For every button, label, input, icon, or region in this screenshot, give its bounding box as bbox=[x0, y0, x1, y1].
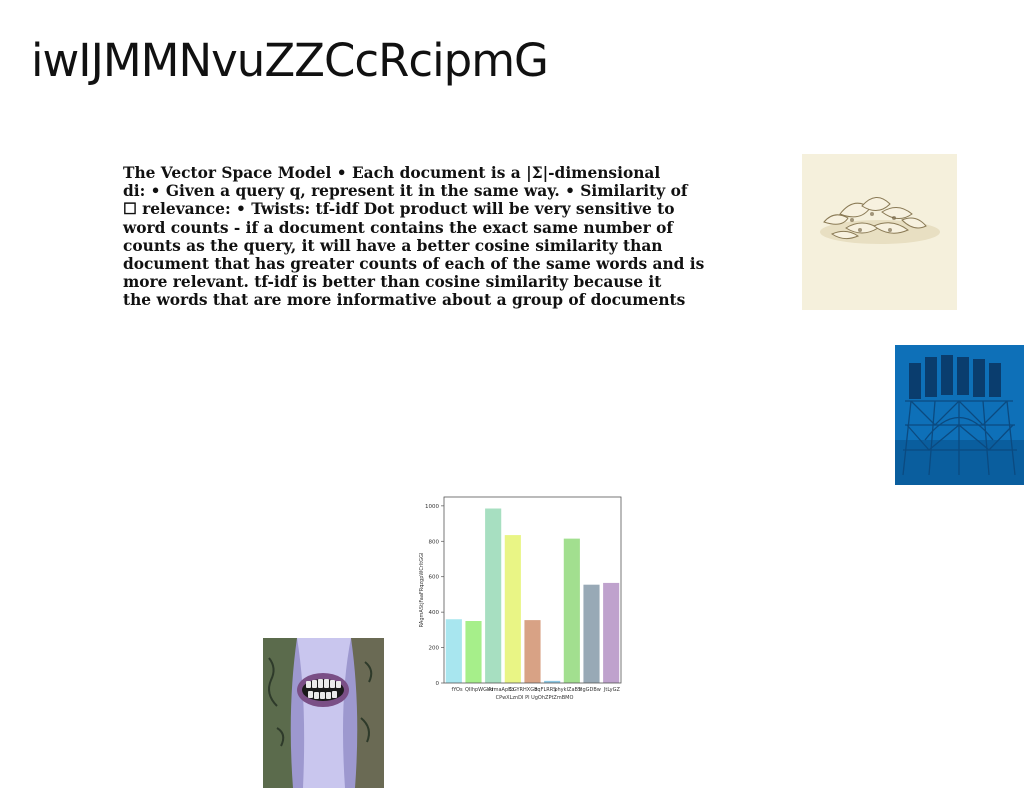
x-tick-label: JtLyGZ bbox=[603, 687, 621, 693]
x-tick-label: CPwXLznDI Pl UgOhZPtZmBMO bbox=[496, 695, 574, 701]
body-line: di: • Given a query q, represent it in t… bbox=[123, 182, 688, 201]
x-tick-label: fYOs bbox=[452, 687, 463, 693]
chart-bar bbox=[583, 584, 600, 683]
x-tick-label: zqFLRRS bbox=[535, 687, 557, 693]
body-line: counts as the query, it will have a bett… bbox=[123, 236, 663, 255]
chart-bar bbox=[485, 508, 502, 683]
body-line: ☐ relevance: • Twists: tf-idf Dot produc… bbox=[123, 200, 675, 219]
sign-image bbox=[895, 345, 1024, 485]
face-image bbox=[263, 638, 384, 788]
bar-chart: 0 200 400 600 800 1000 fYOs QIIhpWGKd ArmaApEo CG… bbox=[412, 493, 627, 708]
slide-body-text: The Vector Space Model • Each document i… bbox=[123, 164, 743, 310]
bar-chart-svg: 02004006008001000fYOs QIIhpWGKdArmaApEoCG… bbox=[419, 496, 622, 701]
y-tick-label: 200 bbox=[429, 646, 440, 652]
body-line: document that has greater counts of each… bbox=[123, 255, 705, 274]
x-tick-label: CGYRHXGB bbox=[509, 687, 538, 693]
y-tick-label: 600 bbox=[429, 575, 440, 581]
chart-bar bbox=[504, 535, 521, 683]
slide-title: iwIJMMNvuZZCcRcipmG bbox=[31, 34, 549, 87]
y-tick-label: 800 bbox=[429, 539, 440, 545]
x-tick-label: HgGDBw bbox=[579, 687, 601, 693]
chart-bar bbox=[563, 538, 580, 683]
chart-bar bbox=[465, 621, 482, 683]
body-line: word counts - if a document contains the… bbox=[123, 218, 673, 237]
y-tick-label: 0 bbox=[436, 681, 440, 687]
chart-bar bbox=[524, 620, 541, 683]
y-axis-label: RAgmAStjFaaFRqzgpWCrltGGl bbox=[419, 553, 425, 628]
chart-bar bbox=[603, 582, 620, 683]
body-line: The Vector Space Model • Each document i… bbox=[123, 164, 661, 182]
y-tick-label: 400 bbox=[429, 610, 440, 616]
chart-bar bbox=[445, 619, 462, 683]
body-line: the words that are more informative abou… bbox=[123, 291, 686, 310]
shells-image bbox=[802, 154, 957, 310]
body-line: more relevant. tf-idf is better than cos… bbox=[123, 273, 662, 292]
y-tick-label: 1000 bbox=[425, 504, 439, 510]
x-tick-label: phykIZaBS bbox=[554, 687, 581, 693]
